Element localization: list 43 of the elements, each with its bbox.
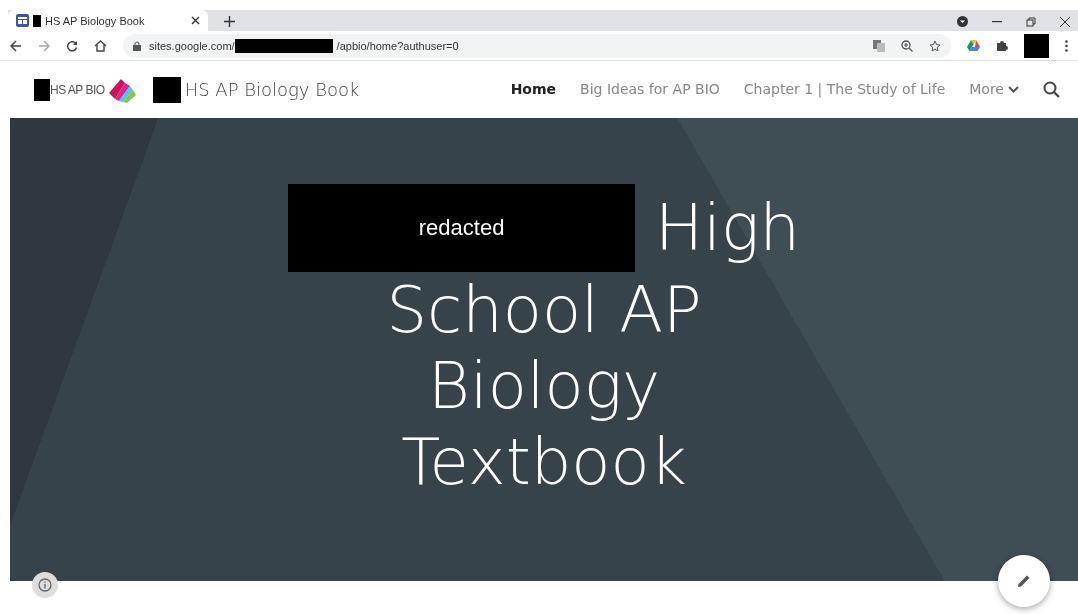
zoom-icon[interactable] (901, 39, 913, 52)
hero-title-line: School AP (386, 272, 702, 348)
reload-icon[interactable] (66, 39, 78, 52)
pencil-icon (1016, 573, 1032, 589)
hero-title-line: High (655, 190, 800, 266)
new-tab-icon[interactable] (224, 16, 235, 27)
translate-icon[interactable] (873, 39, 885, 52)
info-button[interactable] (32, 572, 58, 598)
browser-tab[interactable]: HS AP Biology Book (8, 10, 208, 31)
redaction (34, 78, 50, 101)
tab-title: HS AP Biology Book (45, 14, 145, 27)
redaction (152, 76, 181, 103)
site-title[interactable]: HS AP Biology Book (184, 76, 360, 103)
url-text: sites.google.com/ (149, 39, 235, 52)
close-icon[interactable] (191, 16, 200, 25)
minimize-icon[interactable] (992, 20, 1002, 23)
close-icon[interactable] (1060, 16, 1070, 27)
home-icon[interactable] (94, 39, 107, 52)
redaction-label: redacted (288, 184, 636, 272)
nav-link[interactable]: Chapter 1 | The Study of Life (743, 79, 946, 100)
back-icon[interactable] (10, 39, 22, 52)
hero-title-line: Textbook (401, 424, 687, 500)
edit-button[interactable] (998, 555, 1050, 607)
nav-link[interactable]: Big Ideas for AP BIO (580, 79, 720, 100)
logo-text: HS AP BIO (50, 82, 105, 97)
menu-icon[interactable] (1065, 39, 1068, 52)
address-bar[interactable]: sites.google.com/ /apbio/home?authuser=0 (123, 33, 951, 58)
more-menu[interactable]: More (969, 79, 1019, 100)
redaction (1024, 33, 1049, 58)
nav-link[interactable]: Home (510, 79, 557, 100)
chevron-down-icon (1008, 86, 1019, 93)
puzzle-icon[interactable] (996, 39, 1008, 52)
url-text: /apbio/home?authuser=0 (336, 39, 459, 52)
profile-icon[interactable] (957, 16, 968, 27)
info-icon (38, 578, 52, 592)
drive-icon[interactable] (967, 40, 980, 51)
lock-icon (133, 40, 141, 51)
restore-icon[interactable] (1026, 16, 1036, 27)
redaction (33, 14, 41, 27)
search-icon[interactable] (1043, 81, 1060, 98)
star-icon[interactable] (929, 39, 941, 52)
hero-title-line: Biology (427, 348, 661, 424)
sites-icon (16, 14, 29, 27)
